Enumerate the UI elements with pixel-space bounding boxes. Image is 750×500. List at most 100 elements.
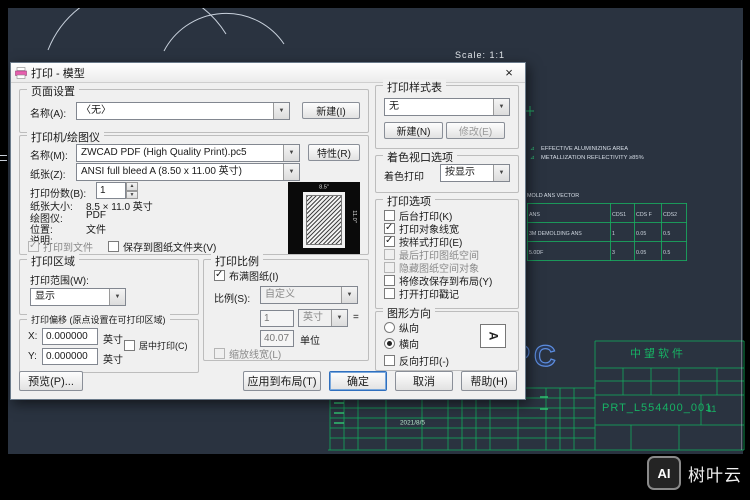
save-to-folder-checkbox[interactable]: 保存到图纸文件夹(V) [108, 239, 216, 254]
spec-cell: 0.5 [663, 249, 671, 256]
center-plot-checkbox[interactable]: 居中打印(C) [124, 339, 188, 352]
group-caption: 打印偏移 (原点设置在可打印区域) [27, 313, 170, 326]
triangle-marker-icon: ⊿ [530, 154, 535, 161]
chevron-down-icon: ▼ [331, 310, 347, 326]
selected-value: 显示 [35, 291, 55, 302]
spec-cell: 3 [612, 249, 615, 256]
radio-label: 横向 [399, 340, 419, 351]
offset-x-unit: 英寸 [103, 335, 123, 346]
cad-edge-tick [0, 155, 7, 156]
chevron-down-icon[interactable]: ▼ [109, 289, 125, 305]
titleblock-text-mark [540, 408, 548, 410]
radio-icon[interactable] [384, 338, 395, 349]
checkbox-icon[interactable] [384, 275, 395, 286]
scale-select: 自定义 ▼ [260, 286, 358, 304]
paper-preview-sheet [303, 192, 345, 248]
chevron-down-icon[interactable]: ▼ [283, 164, 299, 180]
checkbox-icon [214, 348, 225, 359]
close-icon[interactable]: × [497, 65, 521, 81]
ok-button[interactable]: 确定 [329, 371, 387, 391]
copies-value[interactable]: 1 [96, 182, 126, 199]
scale-unit-select: 英寸 ▼ [298, 309, 348, 327]
spin-up-icon[interactable]: ▲ [126, 182, 138, 191]
group-caption: 打印区域 [27, 253, 79, 269]
dialog-titlebar[interactable]: 打印 - 模型 × [11, 63, 525, 83]
landscape-radio[interactable]: 横向 [384, 336, 419, 351]
checkbox-icon[interactable] [214, 269, 225, 281]
style-new-button[interactable]: 新建(N) [384, 122, 443, 139]
chevron-down-icon[interactable]: ▼ [493, 99, 509, 115]
spec-cell: CDS1 [612, 211, 627, 218]
copies-spin-arrows[interactable]: ▲ ▼ [126, 182, 138, 199]
page-setup-name-select[interactable]: 〈无〉 ▼ [76, 102, 290, 120]
checkbox-icon[interactable] [108, 241, 119, 252]
chevron-down-icon[interactable]: ▼ [493, 165, 509, 181]
checkbox-label: 保存到图纸文件夹(V) [123, 243, 217, 254]
print-dialog: 打印 - 模型 × 页面设置 名称(A): 〈无〉 ▼ 新建(I) 打印机/绘图… [10, 62, 526, 400]
apply-to-layout-button[interactable]: 应用到布局(T) [243, 371, 321, 391]
paper-size-select[interactable]: ANSI full bleed A (8.50 x 11.00 英寸) ▼ [76, 163, 300, 181]
triangle-marker-icon: ⊿ [530, 145, 535, 152]
watermark-ai-logo: AI [647, 456, 681, 490]
checkbox-icon[interactable] [384, 235, 395, 247]
watermark: AI 树叶云 [647, 456, 742, 490]
location-info-value: 文件 [86, 225, 106, 236]
checkbox-icon[interactable] [384, 288, 395, 299]
radio-label: 纵向 [399, 324, 419, 335]
radio-icon[interactable] [384, 322, 395, 333]
titleblock-sheet-number: 11 [707, 404, 717, 414]
checkbox-icon[interactable] [384, 222, 395, 234]
chevron-down-icon: ▼ [341, 287, 357, 303]
selected-value: 〈无〉 [81, 105, 111, 116]
portrait-radio[interactable]: 纵向 [384, 320, 419, 335]
selected-value: ANSI full bleed A (8.50 x 11.00 英寸) [81, 166, 243, 177]
scale-drawing-units-field: 40.07 [260, 330, 294, 347]
option-plot-stamp-checkbox[interactable]: 打开打印戳记 [384, 286, 459, 301]
plot-range-select[interactable]: 显示 ▼ [30, 288, 126, 306]
printer-name-select[interactable]: ZWCAD PDF (High Quality Print).pc5 ▼ [76, 144, 300, 162]
group-plot-style-table: 打印样式表 无 ▼ 新建(N) 修改(E) [375, 79, 519, 149]
chevron-down-icon[interactable]: ▼ [273, 103, 289, 119]
plotter-info-value: PDF [86, 210, 106, 221]
spec-cell: 5.0DF [529, 249, 544, 256]
spec-cell: CDS2 [663, 211, 678, 218]
group-caption: 图形方向 [383, 305, 435, 321]
offset-y-field[interactable]: 0.000000 [42, 348, 98, 365]
table-row: ANS CDS1 CDS F CDS2 [526, 203, 687, 223]
shaded-plot-label: 着色打印 [384, 172, 424, 183]
cancel-button[interactable]: 取消 [395, 371, 453, 391]
copies-stepper[interactable]: 1 ▲ ▼ [96, 182, 138, 199]
group-caption: 着色视口选项 [383, 149, 457, 165]
plot-upside-down-checkbox[interactable]: 反向打印(-) [384, 353, 449, 368]
chevron-down-icon[interactable]: ▼ [283, 145, 299, 161]
titleblock-text-mark [334, 412, 344, 414]
scale-units-label: 单位 [300, 336, 320, 347]
paper-preview: 8.5" 11.0" [288, 182, 360, 254]
drawing-frame-edge [741, 60, 742, 450]
preview-button[interactable]: 预览(P)... [19, 371, 83, 391]
page-setup-new-button[interactable]: 新建(I) [302, 102, 360, 119]
shaded-plot-select[interactable]: 按显示 ▼ [440, 164, 510, 182]
checkbox-icon[interactable] [384, 355, 395, 366]
orientation-preview-icon: A [480, 324, 506, 348]
checkbox-icon [384, 249, 395, 260]
printer-properties-button[interactable]: 特性(R) [308, 144, 360, 161]
checkbox-icon[interactable] [384, 210, 395, 221]
fit-to-paper-checkbox[interactable]: 布满图纸(I) [214, 268, 278, 283]
titleblock-date: 2021/8/5 [400, 419, 425, 427]
group-shaded-viewport: 着色视口选项 着色打印 按显示 ▼ [375, 149, 519, 193]
plot-style-select[interactable]: 无 ▼ [384, 98, 510, 116]
help-button[interactable]: 帮助(H) [461, 371, 517, 391]
cad-scale-label: Scale: 1:1 [455, 50, 506, 60]
cad-edge-tick [0, 160, 7, 161]
offset-y-unit: 英寸 [103, 355, 123, 366]
checkbox-icon[interactable] [124, 340, 135, 351]
titleblock-drawing-number: PRT_L554400_001 [602, 402, 713, 414]
selected-value: 按显示 [445, 167, 475, 178]
group-plot-options: 打印选项 后台打印(K) 打印对象线宽 按样式打印(E) 最后打印图纸空间 隐藏… [375, 193, 519, 309]
spec-cell: 0.05 [636, 249, 647, 256]
offset-x-field[interactable]: 0.000000 [42, 328, 98, 345]
group-plot-area: 打印区域 打印范围(W): 显示 ▼ [19, 253, 199, 315]
scale-paper-units-field: 1 [260, 310, 294, 327]
style-modify-button: 修改(E) [446, 122, 505, 139]
